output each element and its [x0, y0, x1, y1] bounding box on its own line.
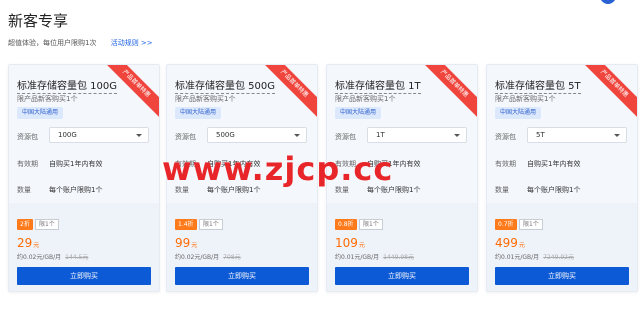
buy-button[interactable]: 立即购买	[17, 267, 151, 285]
product-name: 标准存储容量包 500G	[175, 77, 276, 94]
rules-link[interactable]: 活动规则 >>	[111, 39, 153, 47]
resource-pack-label: 资源包	[17, 133, 38, 141]
quantity-label: 数量	[495, 186, 509, 194]
quantity-value: 每个账户限购1个	[49, 186, 103, 194]
per-unit-value: 约0.01元/GB/月	[495, 254, 540, 261]
price: 29元	[17, 236, 39, 250]
quantity-label: 数量	[175, 186, 189, 194]
original-price: 144.5元	[65, 254, 89, 261]
limit-badge: 限1个	[199, 219, 223, 230]
offer-cards: 产品首单特惠 标准存储容量包 100G 限产品新客购买1个 中国大陆通用 资源包…	[8, 64, 640, 310]
resource-pack-select[interactable]: 5T	[527, 127, 627, 143]
validity-label: 有效期	[495, 160, 516, 168]
product-name: 标准存储容量包 1T	[335, 77, 421, 94]
offer-card: 产品首单特惠 标准存储容量包 5T 限产品新客购买1个 中国大陆通用 资源包 5…	[486, 64, 638, 292]
per-unit-price: 约0.02元/GB/月 708元	[175, 252, 241, 261]
quantity-label: 数量	[335, 186, 349, 194]
per-unit-value: 约0.02元/GB/月	[175, 254, 220, 261]
validity-value: 自购买1年内有效	[207, 160, 261, 168]
purchase-limit: 限产品新客购买1个	[335, 95, 396, 103]
original-price: 7249.92元	[543, 254, 574, 261]
price-value: 99	[175, 236, 191, 250]
per-unit-price: 约0.01元/GB/月 1449.98元	[335, 252, 414, 261]
buy-button[interactable]: 立即购买	[175, 267, 309, 285]
quantity-value: 每个账户限购1个	[207, 186, 261, 194]
select-value: 500G	[216, 131, 235, 139]
select-value: 1T	[376, 131, 385, 139]
original-price: 708元	[223, 254, 241, 261]
price-unit: 元	[191, 242, 198, 249]
discount-badge: 2折	[17, 219, 33, 230]
price-unit: 元	[518, 242, 525, 249]
region-tag: 中国大陆通用	[17, 107, 64, 119]
per-unit-price: 约0.01元/GB/月 7249.92元	[495, 252, 574, 261]
validity-label: 有效期	[17, 160, 38, 168]
limit-badge: 限1个	[519, 219, 543, 230]
offer-card: 产品首单特惠 标准存储容量包 500G 限产品新客购买1个 中国大陆通用 资源包…	[166, 64, 318, 292]
purchase-limit: 限产品新客购买1个	[495, 95, 556, 103]
discount-badge: 1.4折	[175, 219, 197, 230]
price: 99元	[175, 236, 197, 250]
price-value: 29	[17, 236, 33, 250]
limit-badge: 限1个	[359, 219, 383, 230]
purchase-limit: 限产品新客购买1个	[17, 95, 78, 103]
resource-pack-label: 资源包	[495, 133, 516, 141]
region-tag: 中国大陆通用	[175, 107, 222, 119]
per-unit-value: 约0.02元/GB/月	[17, 254, 62, 261]
select-value: 5T	[536, 131, 545, 139]
per-unit-price: 约0.02元/GB/月 144.5元	[17, 252, 88, 261]
resource-pack-label: 资源包	[175, 133, 196, 141]
resource-pack-select[interactable]: 100G	[49, 127, 149, 143]
limit-badge: 限1个	[35, 219, 59, 230]
quantity-label: 数量	[17, 186, 31, 194]
price: 109元	[335, 236, 365, 250]
buy-button[interactable]: 立即购买	[495, 267, 629, 285]
offer-card: 产品首单特惠 标准存储容量包 1T 限产品新客购买1个 中国大陆通用 资源包 1…	[326, 64, 478, 292]
offer-card: 产品首单特惠 标准存储容量包 100G 限产品新客购买1个 中国大陆通用 资源包…	[8, 64, 160, 292]
product-name: 标准存储容量包 100G	[17, 77, 118, 94]
validity-value: 自购买1年内有效	[367, 160, 421, 168]
per-unit-value: 约0.01元/GB/月	[335, 254, 380, 261]
price: 499元	[495, 236, 525, 250]
price-value: 109	[335, 236, 358, 250]
validity-value: 自购买1年内有效	[49, 160, 103, 168]
product-name: 标准存储容量包 5T	[495, 77, 581, 94]
select-value: 100G	[58, 131, 77, 139]
resource-pack-select[interactable]: 1T	[367, 127, 467, 143]
price-unit: 元	[33, 242, 40, 249]
page-title: 新客专享	[8, 12, 69, 30]
chevron-down-icon	[614, 134, 620, 137]
validity-label: 有效期	[175, 160, 196, 168]
validity-value: 自购买1年内有效	[527, 160, 581, 168]
chevron-down-icon	[136, 134, 142, 137]
discount-badge: 0.7折	[495, 219, 517, 230]
validity-label: 有效期	[335, 160, 356, 168]
quantity-value: 每个账户限购1个	[367, 186, 421, 194]
region-tag: 中国大陆通用	[495, 107, 542, 119]
subtitle-text: 超值体验，每位用户限购1次	[8, 39, 97, 47]
resource-pack-label: 资源包	[335, 133, 356, 141]
original-price: 1449.98元	[383, 254, 414, 261]
page-subtitle: 超值体验，每位用户限购1次 活动规则 >>	[8, 38, 153, 48]
price-unit: 元	[358, 242, 365, 249]
quantity-value: 每个账户限购1个	[527, 186, 581, 194]
purchase-limit: 限产品新客购买1个	[175, 95, 236, 103]
resource-pack-select[interactable]: 500G	[207, 127, 307, 143]
buy-button[interactable]: 立即购买	[335, 267, 469, 285]
discount-badge: 0.8折	[335, 219, 357, 230]
chevron-down-icon	[294, 134, 300, 137]
chevron-down-icon	[454, 134, 460, 137]
price-value: 499	[495, 236, 518, 250]
decorative-shape	[600, 0, 616, 4]
region-tag: 中国大陆通用	[335, 107, 382, 119]
